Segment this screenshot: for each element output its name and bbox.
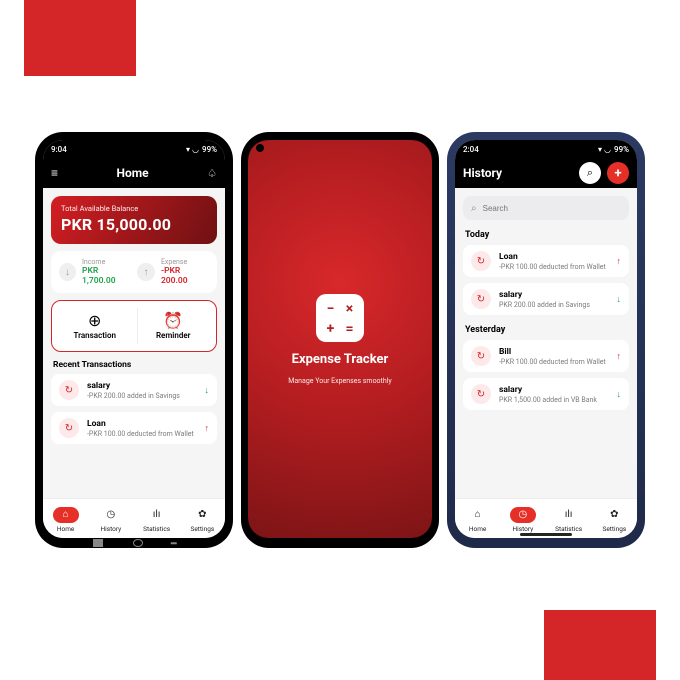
phone-history: 2:04 ▾ ◡ 99% History ⌕ + ⌕ Today [447, 132, 645, 548]
arrow-down-icon: ↓ [617, 389, 622, 400]
balance-label: Total Available Balance [61, 204, 207, 213]
plus-icon: + [614, 166, 621, 181]
income-expense-card: ↓ Income PKR 1,700.00 ↑ Expense -PKR 200… [51, 251, 217, 293]
nav-history[interactable]: ◷History [510, 507, 536, 533]
add-transaction-button[interactable]: ⊕ Transaction [59, 308, 131, 344]
tx-row[interactable]: ↻ salary PKR 200.00 added in Savings ↓ [463, 283, 629, 315]
bottom-nav: ⌂Home ◷History ılıStatistics ✿Settings [455, 498, 637, 538]
app-header: History ⌕ + [455, 158, 637, 188]
arrow-down-icon: ↓ [617, 294, 622, 305]
app-header: ≡ Home ♤ [43, 158, 225, 188]
group-today-title: Today [465, 230, 627, 240]
nav-statistics[interactable]: ılıStatistics [143, 507, 170, 533]
add-button[interactable]: + [607, 162, 629, 184]
tx-row[interactable]: ↻ salary PKR 1,500.00 added in VB Bank ↓ [463, 378, 629, 410]
gear-icon: ✿ [610, 509, 618, 520]
gesture-pill [455, 533, 637, 536]
status-time: 2:04 [463, 145, 479, 154]
stage: 9:04 ▾ ◡ 99% ≡ Home ♤ Total Available Ba… [0, 0, 680, 680]
page-title: History [463, 166, 502, 180]
wifi-icon: ▾ ◡ [186, 145, 199, 154]
arrow-up-icon: ↑ [137, 263, 155, 281]
battery-label: 99% [202, 145, 217, 154]
tx-row[interactable]: ↻ Loan -PKR 100.00 deducted from Wallet … [51, 412, 217, 444]
tx-row[interactable]: ↻ Loan -PKR 100.00 deducted from Wallet … [463, 245, 629, 277]
page-title: Home [117, 166, 149, 180]
alarm-icon: ⏰ [165, 312, 181, 328]
balance-amount: PKR 15,000.00 [61, 215, 207, 234]
nav-settings[interactable]: ✿Settings [601, 507, 627, 533]
phone-home: 9:04 ▾ ◡ 99% ≡ Home ♤ Total Available Ba… [35, 132, 233, 548]
group-yesterday-title: Yesterday [465, 325, 627, 335]
arrow-up-icon: ↑ [617, 351, 622, 362]
arrow-up-icon: ↑ [205, 423, 210, 434]
search-field[interactable]: ⌕ [463, 196, 629, 220]
nav-settings[interactable]: ✿Settings [189, 507, 215, 533]
refresh-icon: ↻ [59, 380, 79, 400]
home-icon: ⌂ [475, 509, 481, 520]
refresh-icon: ↻ [471, 384, 491, 404]
nav-history[interactable]: ◷History [98, 507, 124, 533]
search-button[interactable]: ⌕ [579, 162, 601, 184]
expense-label: Expense [161, 258, 209, 266]
tx-row[interactable]: ↻ salary -PKR 200.00 added in Savings ↓ [51, 374, 217, 406]
home-icon: ⌂ [63, 509, 69, 520]
refresh-icon: ↻ [471, 346, 491, 366]
clock-icon: ◷ [106, 509, 115, 520]
status-bar: 2:04 ▾ ◡ 99% [455, 140, 637, 158]
menu-icon[interactable]: ≡ [51, 166, 58, 180]
recent-title: Recent Transactions [53, 360, 215, 370]
clock-icon: ◷ [518, 509, 527, 520]
search-icon: ⌕ [471, 203, 477, 214]
arrow-down-icon: ↓ [205, 385, 210, 396]
search-input[interactable] [483, 204, 621, 213]
refresh-icon: ↻ [471, 251, 491, 271]
nav-statistics[interactable]: ılıStatistics [555, 507, 582, 533]
bell-icon[interactable]: ♤ [207, 167, 217, 180]
app-tagline: Manage Your Expenses smoothly [288, 377, 391, 385]
search-icon: ⌕ [587, 166, 593, 180]
gear-icon: ✿ [198, 509, 206, 520]
balance-card: Total Available Balance PKR 15,000.00 [51, 196, 217, 244]
expense-value: -PKR 200.00 [161, 266, 209, 286]
wifi-icon: ▾ ◡ [598, 145, 611, 154]
splash-screen: −×+= Expense Tracker Manage Your Expense… [248, 140, 432, 538]
camera-hole [256, 144, 264, 152]
status-time: 9:04 [51, 145, 67, 154]
nav-home[interactable]: ⌂Home [53, 507, 79, 533]
bottom-nav: ⌂Home ◷History ılıStatistics ✿Settings [43, 498, 225, 538]
bar-chart-icon: ılı [153, 509, 160, 520]
app-logo-icon: −×+= [316, 294, 364, 342]
battery-label: 99% [614, 145, 629, 154]
reminder-button[interactable]: ⏰ Reminder [137, 308, 210, 344]
plus-circle-icon: ⊕ [87, 312, 103, 328]
nav-home[interactable]: ⌂Home [465, 507, 491, 533]
refresh-icon: ↻ [471, 289, 491, 309]
arrow-down-icon: ↓ [59, 263, 76, 281]
refresh-icon: ↻ [59, 418, 79, 438]
status-bar: 9:04 ▾ ◡ 99% [43, 140, 225, 158]
arrow-up-icon: ↑ [617, 256, 622, 267]
bar-chart-icon: ılı [565, 509, 572, 520]
android-softkeys [35, 538, 233, 547]
app-name: Expense Tracker [292, 352, 389, 367]
income-label: Income [82, 258, 131, 266]
tx-row[interactable]: ↻ Bill -PKR 100.00 deducted from Wallet … [463, 340, 629, 372]
income-value: PKR 1,700.00 [82, 266, 131, 286]
actions-card: ⊕ Transaction ⏰ Reminder [51, 300, 217, 352]
phone-splash: −×+= Expense Tracker Manage Your Expense… [241, 132, 439, 548]
